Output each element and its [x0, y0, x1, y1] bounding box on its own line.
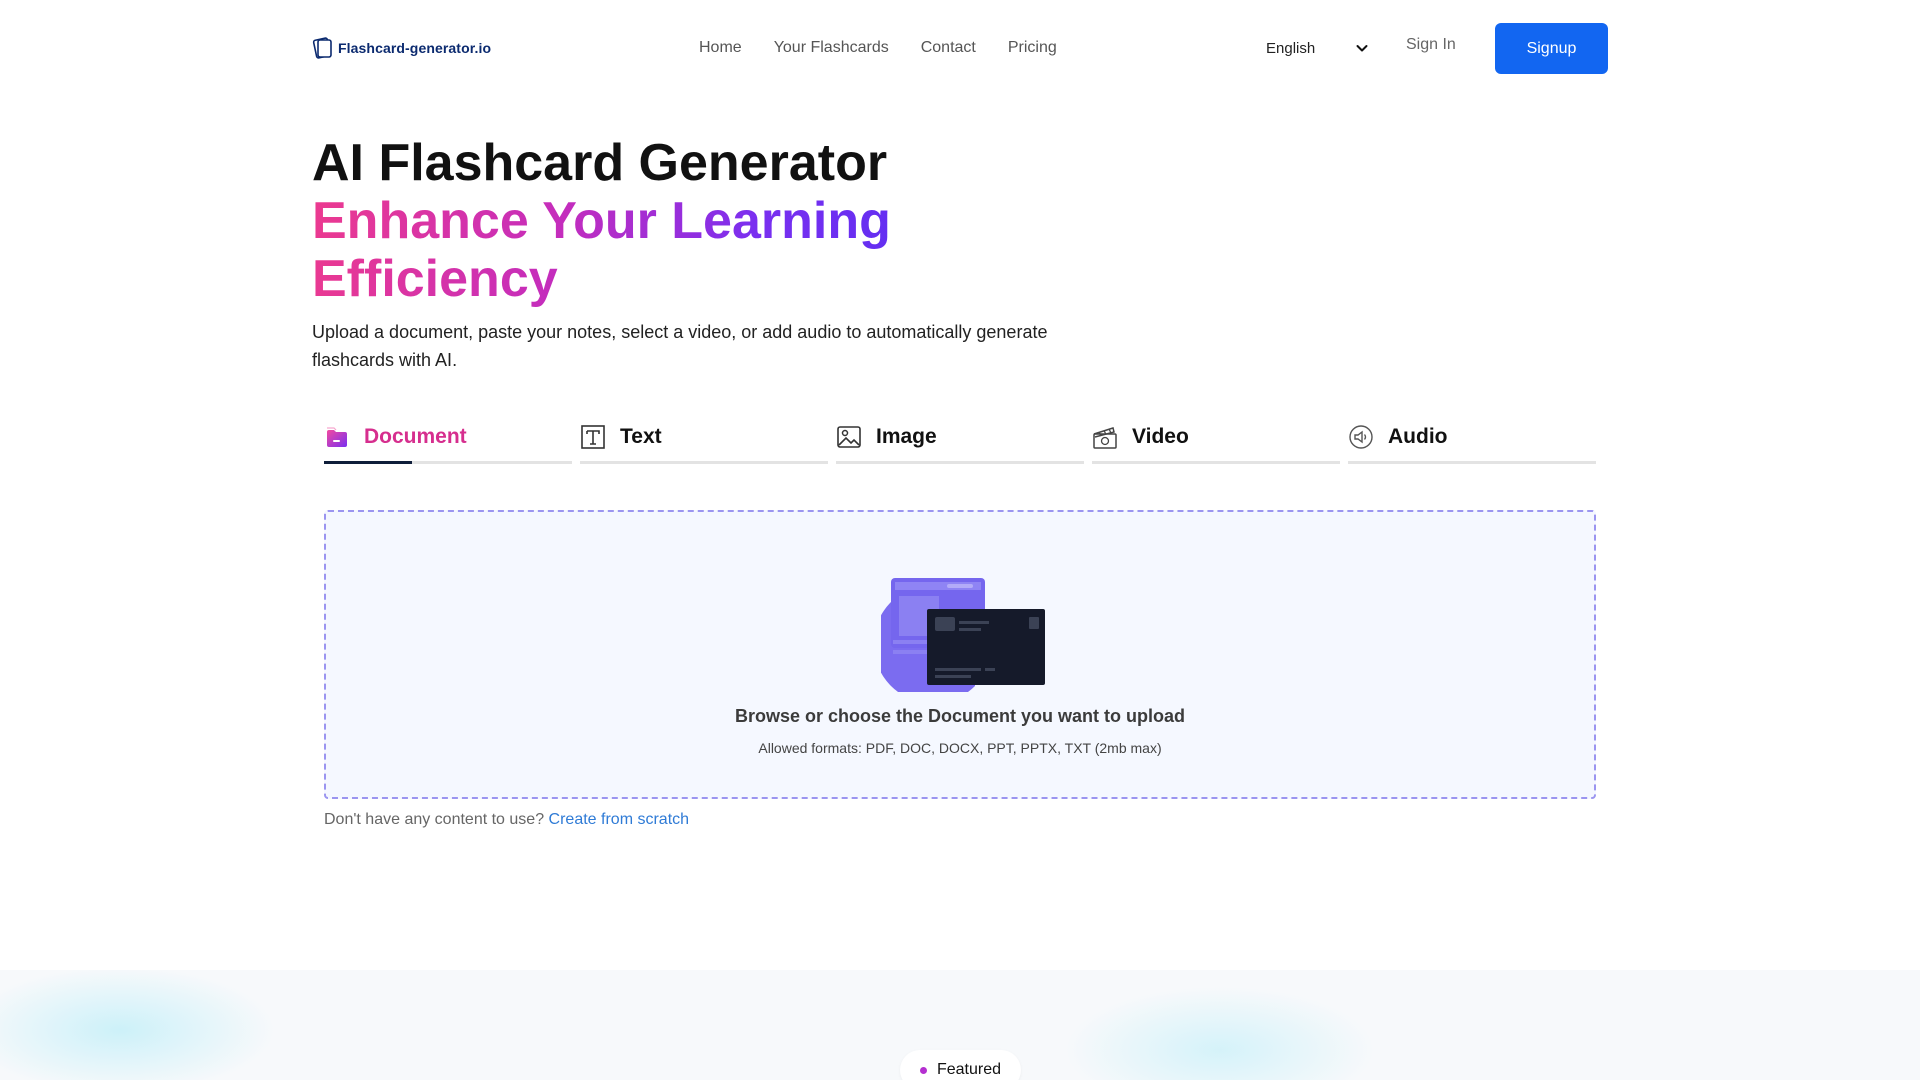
language-value: English — [1266, 39, 1316, 57]
tab-video[interactable]: Video — [1092, 412, 1340, 464]
hero-subtitle: Enhance Your Learning Efficiency — [312, 192, 932, 308]
featured-dot — [919, 1066, 927, 1074]
upload-title: Browse or choose the Document you want t… — [734, 706, 1186, 726]
clapperboard-icon — [1093, 426, 1117, 449]
tab-label-audio: Audio — [1388, 424, 1448, 448]
language-select[interactable]: English — [1266, 34, 1370, 62]
upload-formats: Allowed formats: PDF, DOC, DOCX, PPT, PP… — [758, 740, 1162, 756]
signup-button[interactable]: Signup — [1495, 23, 1608, 74]
image-icon — [837, 425, 861, 448]
main-nav: Home Your Flashcards Contact Pricing — [699, 36, 1057, 60]
nav-your-flashcards[interactable]: Your Flashcards — [774, 39, 889, 57]
brand-name: Flashcard-generator.io — [338, 40, 492, 56]
site-header: Flashcard-generator.io Home Your Flashca… — [0, 0, 1920, 96]
chevron-down-icon — [1356, 45, 1368, 52]
tab-image[interactable]: Image — [836, 412, 1084, 464]
tab-label-document: Document — [364, 424, 467, 448]
tab-document[interactable]: Document — [324, 412, 572, 464]
brand-logo[interactable]: Flashcard-generator.io — [312, 34, 491, 62]
nav-contact[interactable]: Contact — [921, 39, 976, 57]
hero-description: Upload a document, paste your notes, sel… — [312, 322, 1048, 370]
folder-icon — [327, 426, 347, 447]
hero-title: AI Flashcard Generator — [312, 134, 888, 192]
text-icon — [581, 424, 605, 449]
flashcard-logo-icon — [312, 37, 332, 59]
featured-badge: Featured — [900, 1050, 1021, 1080]
nav-home[interactable]: Home — [699, 39, 742, 57]
nav-pricing[interactable]: Pricing — [1008, 39, 1057, 57]
tab-audio[interactable]: Audio — [1348, 412, 1596, 464]
sign-in-link[interactable]: Sign In — [1406, 36, 1456, 54]
tab-label-video: Video — [1132, 424, 1189, 448]
create-from-scratch-row: Don't have any content to use? Create fr… — [324, 811, 689, 829]
tab-label-text: Text — [620, 424, 662, 448]
featured-label: Featured — [936, 1061, 1002, 1078]
speaker-icon — [1349, 424, 1373, 449]
upload-dropzone[interactable]: Browse or choose the Document you want t… — [324, 510, 1596, 799]
page: Flashcard-generator.io Home Your Flashca… — [0, 0, 1920, 1080]
document-upload-illustration — [881, 578, 1045, 692]
create-from-scratch-link[interactable]: Create from scratch — [549, 811, 689, 828]
tab-label-image: Image — [876, 424, 937, 448]
tab-text[interactable]: Text — [580, 412, 828, 464]
source-tabs: Document Text Image Video Audio — [324, 412, 1596, 464]
scratch-prompt: Don't have any content to use? — [324, 811, 545, 828]
